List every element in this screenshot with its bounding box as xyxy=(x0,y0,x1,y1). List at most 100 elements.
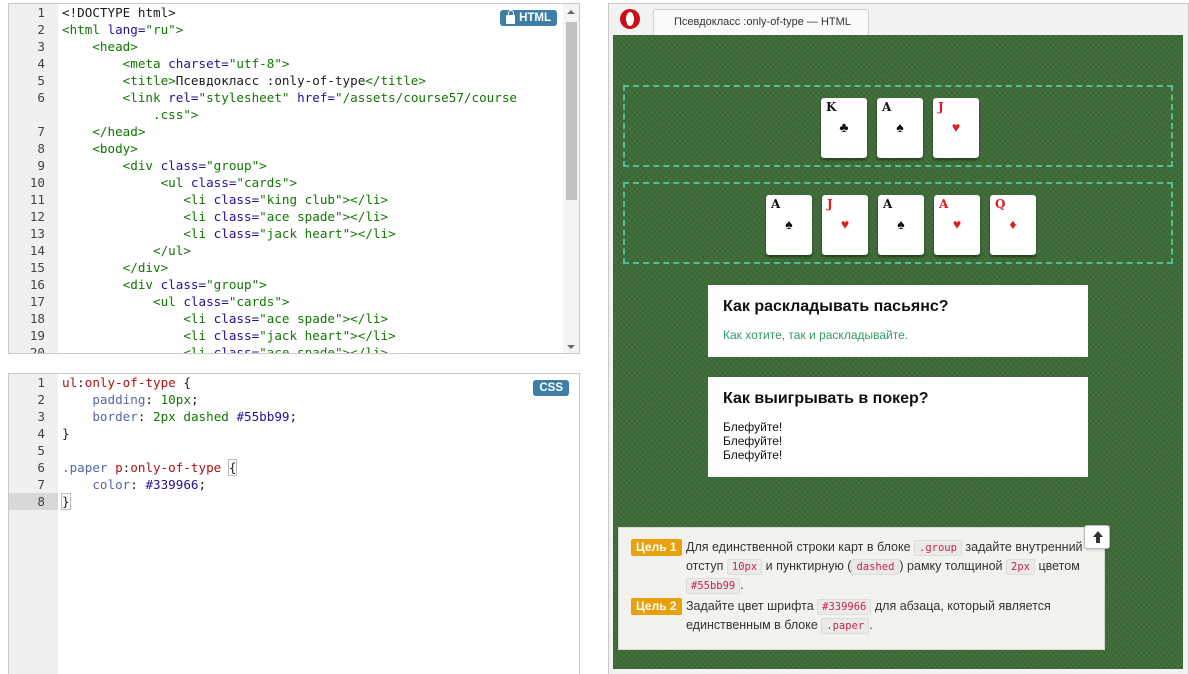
line-number: 2 xyxy=(37,392,45,407)
paper-paragraph: Блефуйте! xyxy=(723,434,783,448)
line-code: border: 2px dashed #55bb99; xyxy=(62,408,297,425)
code-token: "jack heart" xyxy=(259,328,351,343)
html-code-lines[interactable]: 1 <!DOCTYPE html> 2 <html lang="ru"> 3 <head… xyxy=(9,4,579,354)
code-snippet: dashed xyxy=(851,559,900,575)
code-line[interactable]: 2 <html lang="ru"> xyxy=(9,21,579,38)
code-line[interactable]: 2 padding: 10px; xyxy=(9,391,579,408)
code-token: dashed xyxy=(183,409,237,424)
code-token: { xyxy=(227,459,238,476)
code-line[interactable]: 15 </div> xyxy=(9,259,579,276)
task-text: Для единственной строки карт в блоке .gr… xyxy=(686,538,1086,595)
code-line[interactable]: 20 <li class="ace spade"></li> xyxy=(9,344,579,354)
code-line[interactable]: 13 <li class="jack heart"></li> xyxy=(9,225,579,242)
code-line[interactable]: 7 </head> xyxy=(9,123,579,140)
html-badge-label: HTML xyxy=(519,12,551,24)
code-line[interactable]: 11 <li class="king club"></li> xyxy=(9,191,579,208)
card-suit-icon: ♥ xyxy=(951,119,961,135)
code-line[interactable]: 7 color: #339966; xyxy=(9,476,579,493)
code-token: "ru" xyxy=(145,22,176,37)
task-text-part: . xyxy=(869,618,873,632)
code-token: ></li> xyxy=(350,226,396,241)
line-number: 1 xyxy=(37,375,45,390)
line-number: 19 xyxy=(29,328,45,343)
scroll-top-button[interactable] xyxy=(1084,525,1110,549)
line-code: ul:only-of-type { xyxy=(62,374,191,391)
card-suit-icon: ♠ xyxy=(896,119,904,135)
code-token: <li xyxy=(183,226,214,241)
code-line[interactable]: 1 <!DOCTYPE html> xyxy=(9,4,579,21)
browser-tab[interactable]: Псевдокласс :only-of-type — HTML xyxy=(653,9,869,35)
paper-title: Как раскладывать пасьянс? xyxy=(723,298,949,315)
code-token: > xyxy=(175,22,184,37)
code-snippet: 10px xyxy=(726,559,763,575)
task-badge: Цель 2 xyxy=(631,598,682,615)
line-number: 6 xyxy=(37,90,45,105)
code-line[interactable]: 3 border: 2px dashed #55bb99; xyxy=(9,408,579,425)
code-line[interactable]: 12 <li class="ace spade"></li> xyxy=(9,208,579,225)
code-token: href= xyxy=(297,90,336,105)
task-text-part: Для единственной строки карт в блоке xyxy=(686,540,915,554)
code-line[interactable]: 8} xyxy=(9,493,579,510)
line-number: 20 xyxy=(29,345,45,354)
code-line[interactable]: 4} xyxy=(9,425,579,442)
line-number: 2 xyxy=(37,22,45,37)
scroll-up-arrow-icon[interactable] xyxy=(567,10,575,14)
line-code: <li class="ace spade"></li> xyxy=(62,344,388,354)
code-token: } xyxy=(62,426,70,441)
code-line[interactable]: 1 ul:only-of-type { xyxy=(9,374,579,391)
css-editor[interactable]: 1 ul:only-of-type {2 padding: 10px; 3 bord… xyxy=(8,373,580,674)
code-line[interactable]: .css"> xyxy=(9,106,579,123)
code-line[interactable]: 5 xyxy=(9,442,579,459)
card-group: K ♣ A ♠ J ♥ xyxy=(623,85,1173,167)
html-scrollbar[interactable] xyxy=(563,4,579,353)
code-line[interactable]: 9 <div class="group"> xyxy=(9,157,579,174)
paper-paragraph: Как хотите, так и раскладывайте. xyxy=(723,328,909,342)
code-line[interactable]: 14 </ul> xyxy=(9,242,579,259)
paper-card: Как выигрывать в покер? Блефуйте! Блефуй… xyxy=(708,377,1088,477)
code-line[interactable]: 4 <meta charset="utf-8"> xyxy=(9,55,579,72)
code-line[interactable]: 17 <ul class="cards"> xyxy=(9,293,579,310)
card-rank: A xyxy=(771,197,781,211)
task-text-part: Задайте цвет шрифта xyxy=(686,599,818,613)
line-code: <li class="ace spade"></li> xyxy=(62,208,388,225)
code-line[interactable]: 19 <li class="jack heart"></li> xyxy=(9,327,579,344)
line-number: 7 xyxy=(37,477,45,492)
line-code: padding: 10px; xyxy=(62,391,198,408)
css-code-lines[interactable]: 1 ul:only-of-type {2 padding: 10px; 3 bord… xyxy=(9,374,579,510)
playing-card: A ♥ xyxy=(934,195,980,255)
playing-card: A ♠ xyxy=(766,195,812,255)
code-token: class= xyxy=(213,226,260,241)
code-token: : xyxy=(137,409,154,424)
line-code: <ul class="cards"> xyxy=(62,293,290,310)
code-line[interactable]: 8 <body> xyxy=(9,140,579,157)
code-token: </div> xyxy=(122,260,169,275)
paper-title: Как выигрывать в покер? xyxy=(723,390,929,407)
scroll-down-arrow-icon[interactable] xyxy=(567,345,575,349)
code-token: <meta xyxy=(122,56,169,71)
code-token: "group" xyxy=(206,158,260,173)
html-editor[interactable]: 1 <!DOCTYPE html> 2 <html lang="ru"> 3 <head… xyxy=(8,3,580,354)
line-code: <li class="jack heart"></li> xyxy=(62,327,395,344)
code-line[interactable]: 18 <li class="ace spade"></li> xyxy=(9,310,579,327)
code-line[interactable]: 6 .paper p:only-of-type { xyxy=(9,459,579,476)
code-line[interactable]: 5 <title>Псевдокласс :only-of-type</titl… xyxy=(9,72,579,89)
code-token: only-of-type xyxy=(84,375,176,390)
code-line[interactable]: 6 <link rel="stylesheet" href="/assets/c… xyxy=(9,89,579,106)
code-token: <li xyxy=(183,345,214,354)
code-token: <body> xyxy=(92,141,138,156)
scrollbar-thumb[interactable] xyxy=(566,22,577,200)
playing-card: Q ♦ xyxy=(990,195,1036,255)
task-item: Цель 1 Для единственной строки карт в бл… xyxy=(631,538,1083,594)
code-line[interactable]: 3 <head> xyxy=(9,38,579,55)
line-code: <!DOCTYPE html> xyxy=(62,4,176,21)
code-token: : xyxy=(145,392,161,407)
code-line[interactable]: 10 <ul class="cards"> xyxy=(9,174,579,191)
code-token: class= xyxy=(213,328,260,343)
code-token: color xyxy=(92,477,131,492)
code-line[interactable]: 16 <div class="group"> xyxy=(9,276,579,293)
